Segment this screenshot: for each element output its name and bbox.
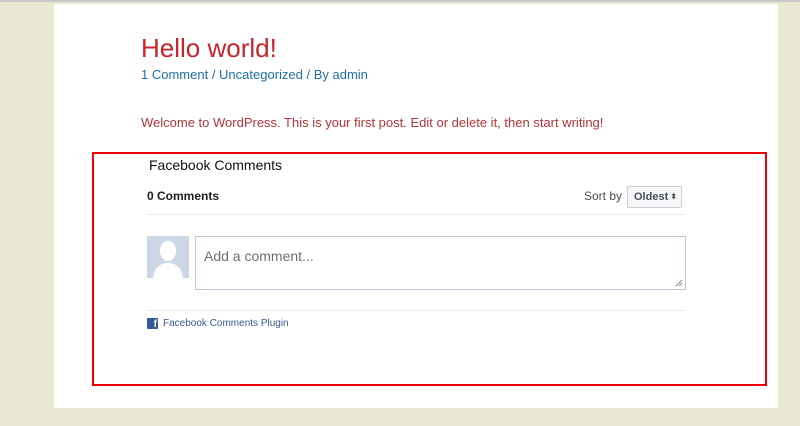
footer-divider: [147, 310, 685, 311]
top-border: [0, 0, 800, 2]
meta-separator: /: [208, 67, 220, 82]
category-link[interactable]: Uncategorized: [219, 67, 303, 82]
resize-handle-icon[interactable]: [675, 279, 683, 287]
comment-input[interactable]: Add a comment...: [195, 236, 686, 290]
meta-author-prefix: / By: [302, 67, 333, 82]
plugin-label: Facebook Comments Plugin: [163, 318, 289, 329]
facebook-plugin-link[interactable]: f Facebook Comments Plugin: [147, 318, 289, 330]
post-content: Welcome to WordPress. This is your first…: [141, 115, 604, 130]
comments-link[interactable]: 1 Comment: [141, 67, 208, 82]
post-title[interactable]: Hello world!: [141, 33, 277, 64]
comment-placeholder: Add a comment...: [204, 248, 314, 264]
sort-select[interactable]: Oldest ⬍: [627, 186, 682, 208]
sort-value: Oldest: [634, 191, 669, 203]
facebook-comments-heading: Facebook Comments: [149, 157, 283, 173]
facebook-icon: f: [147, 318, 158, 330]
comment-count: 0 Comments: [147, 189, 220, 203]
post-meta: 1 Comment / Uncategorized / By admin: [141, 67, 368, 82]
author-link[interactable]: admin: [333, 67, 368, 82]
sort-caret-icon: ⬍: [670, 192, 677, 201]
sort-label: Sort by: [584, 189, 623, 203]
header-divider: [147, 214, 685, 215]
default-avatar-icon: [147, 236, 189, 278]
